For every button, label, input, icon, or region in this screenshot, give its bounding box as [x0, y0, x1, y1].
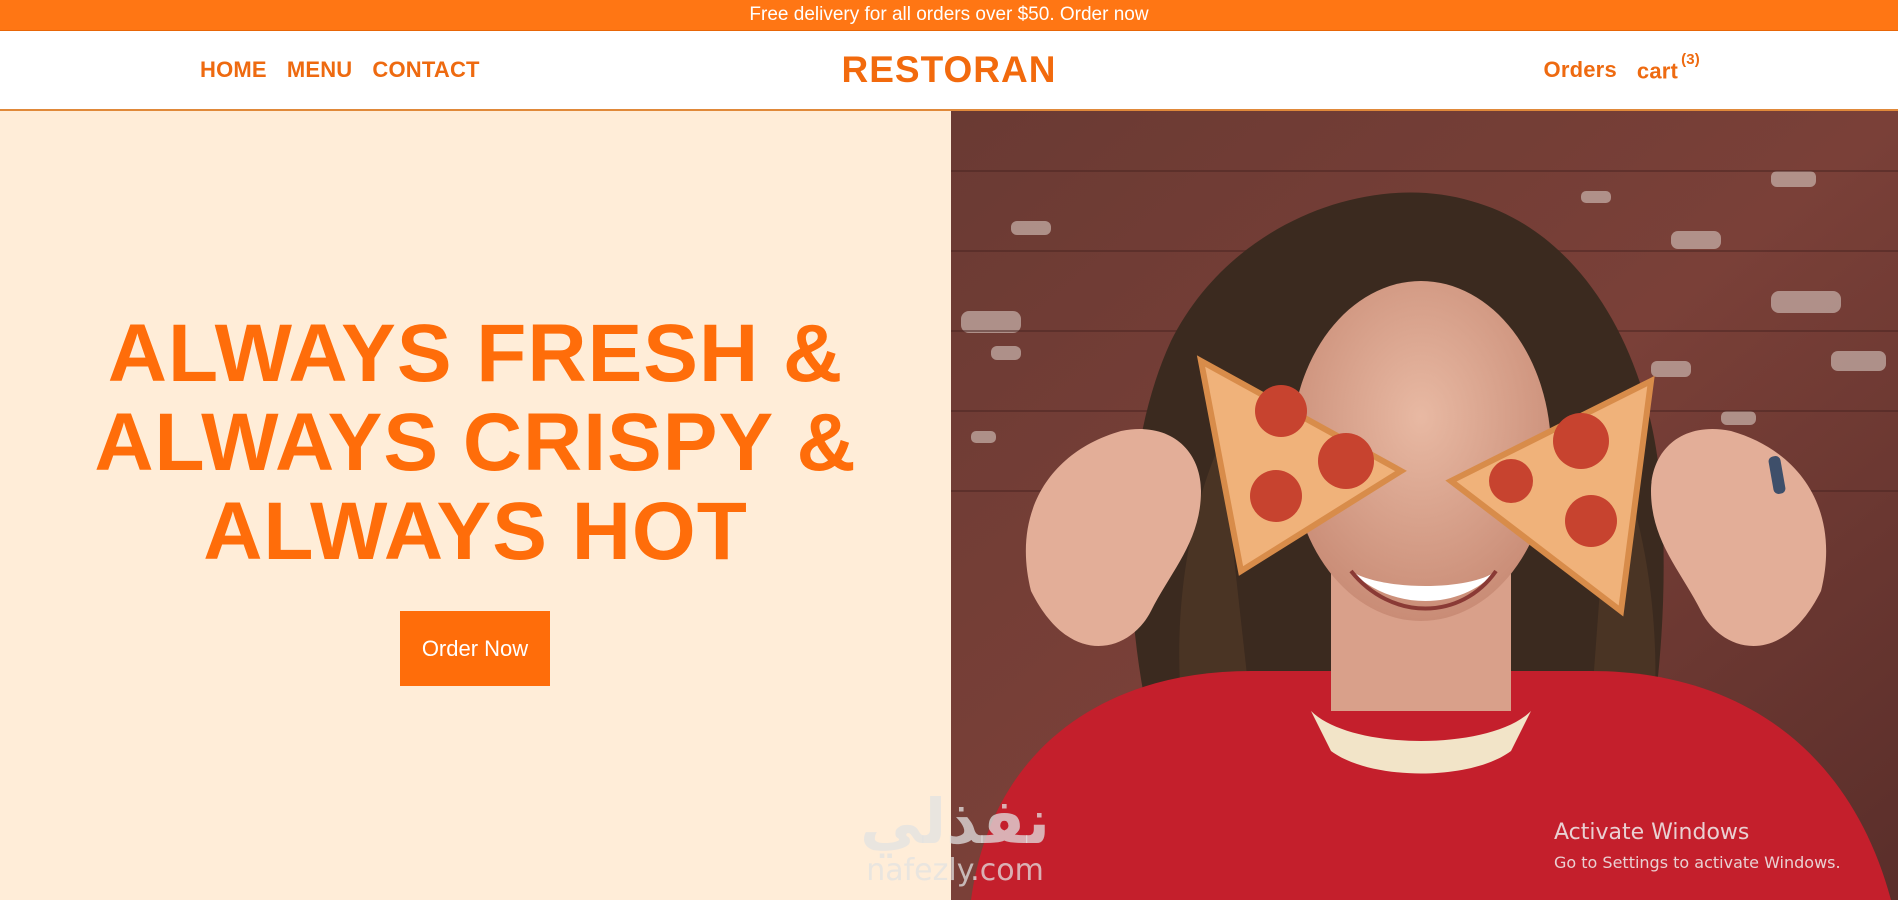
site-header: HOME MENU CONTACT RESTORAN Orders cart (3… [0, 31, 1898, 111]
promo-bar[interactable]: Free delivery for all orders over $50. O… [0, 0, 1898, 31]
order-now-button[interactable]: Order Now [400, 611, 550, 686]
headline-line-3: ALWAYS HOT [203, 486, 748, 577]
cart-count-badge: (3) [1681, 51, 1700, 68]
cart-link[interactable]: cart (3) [1636, 51, 1700, 84]
headline-line-1: ALWAYS FRESH & [107, 308, 844, 399]
user-nav: Orders cart (3) [1544, 51, 1700, 84]
hero-image [951, 111, 1898, 900]
headline-line-2: ALWAYS CRISPY & [94, 397, 857, 488]
hero-text-panel: ALWAYS FRESH & ALWAYS CRISPY & ALWAYS HO… [0, 111, 951, 900]
orders-link[interactable]: Orders [1544, 57, 1617, 83]
cart-label: cart [1636, 58, 1679, 84]
promo-text: Free delivery for all orders over $50. O… [749, 4, 1149, 25]
hero-headline: ALWAYS FRESH & ALWAYS CRISPY & ALWAYS HO… [0, 309, 951, 576]
hero-photo-pizza-eyes [951, 111, 1898, 900]
